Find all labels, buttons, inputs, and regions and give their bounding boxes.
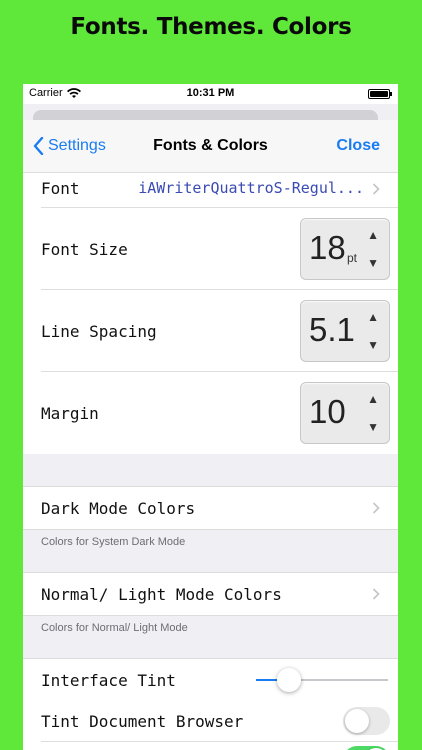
font-size-label: Font Size — [41, 240, 128, 259]
tint-document-browser-toggle[interactable] — [343, 707, 390, 735]
next-setting-row — [23, 742, 398, 750]
chevron-right-icon — [372, 502, 380, 514]
light-mode-colors-label: Normal/ Light Mode Colors — [41, 585, 282, 604]
increment-arrow-icon[interactable]: ▲ — [367, 310, 379, 324]
tint-document-browser-row: Tint Document Browser — [23, 700, 398, 742]
light-mode-footer: Colors for Normal/ Light Mode — [41, 622, 188, 634]
margin-row: Margin 10 ▲ ▼ — [23, 372, 398, 454]
status-bar: Carrier 10:31 PM — [23, 84, 398, 104]
line-spacing-value: 5.1 — [309, 311, 355, 348]
settings-list: Font iAWriterQuattroS-Regul... Font Size… — [23, 173, 398, 750]
margin-value: 10 — [309, 393, 346, 430]
chevron-right-icon — [372, 183, 380, 195]
background-sheet-edge — [33, 110, 378, 120]
light-mode-colors-row[interactable]: Normal/ Light Mode Colors — [23, 572, 398, 616]
battery-icon — [368, 89, 392, 99]
font-size-value: 18 — [309, 229, 346, 266]
chevron-right-icon — [372, 588, 380, 600]
font-value: iAWriterQuattroS-Regul... — [138, 179, 364, 197]
font-label: Font — [41, 179, 80, 198]
promo-title: Fonts. Themes. Colors — [70, 14, 352, 40]
phone-screen: Carrier 10:31 PM Settings Fonts & Colors… — [23, 84, 398, 750]
dark-mode-colors-label: Dark Mode Colors — [41, 499, 196, 518]
margin-stepper[interactable]: 10 ▲ ▼ — [300, 382, 390, 444]
dark-mode-colors-row[interactable]: Dark Mode Colors — [23, 486, 398, 530]
font-size-stepper[interactable]: 18 pt ▲ ▼ — [300, 218, 390, 280]
decrement-arrow-icon[interactable]: ▼ — [367, 256, 379, 270]
line-spacing-label: Line Spacing — [41, 322, 157, 341]
font-row[interactable]: Font iAWriterQuattroS-Regul... — [23, 173, 398, 208]
decrement-arrow-icon[interactable]: ▼ — [367, 338, 379, 352]
font-size-unit: pt — [347, 251, 358, 265]
status-time: 10:31 PM — [186, 87, 235, 99]
tint-document-browser-label: Tint Document Browser — [41, 712, 244, 731]
line-spacing-row: Line Spacing 5.1 ▲ ▼ — [23, 290, 398, 372]
margin-label: Margin — [41, 404, 99, 423]
interface-tint-row: Interface Tint — [23, 658, 398, 701]
line-spacing-stepper[interactable]: 5.1 ▲ ▼ — [300, 300, 390, 362]
dark-mode-footer: Colors for System Dark Mode — [41, 536, 186, 548]
next-setting-toggle[interactable] — [343, 746, 390, 750]
interface-tint-slider-thumb[interactable] — [277, 668, 301, 692]
font-size-row: Font Size 18 pt ▲ ▼ — [23, 208, 398, 290]
interface-tint-label: Interface Tint — [41, 671, 176, 690]
increment-arrow-icon[interactable]: ▲ — [367, 228, 379, 242]
decrement-arrow-icon[interactable]: ▼ — [367, 420, 379, 434]
increment-arrow-icon[interactable]: ▲ — [367, 392, 379, 406]
settings-sheet: Settings Fonts & Colors Close Font iAWri… — [23, 104, 398, 750]
navigation-bar: Settings Fonts & Colors Close — [23, 120, 398, 173]
close-button[interactable]: Close — [336, 137, 380, 155]
